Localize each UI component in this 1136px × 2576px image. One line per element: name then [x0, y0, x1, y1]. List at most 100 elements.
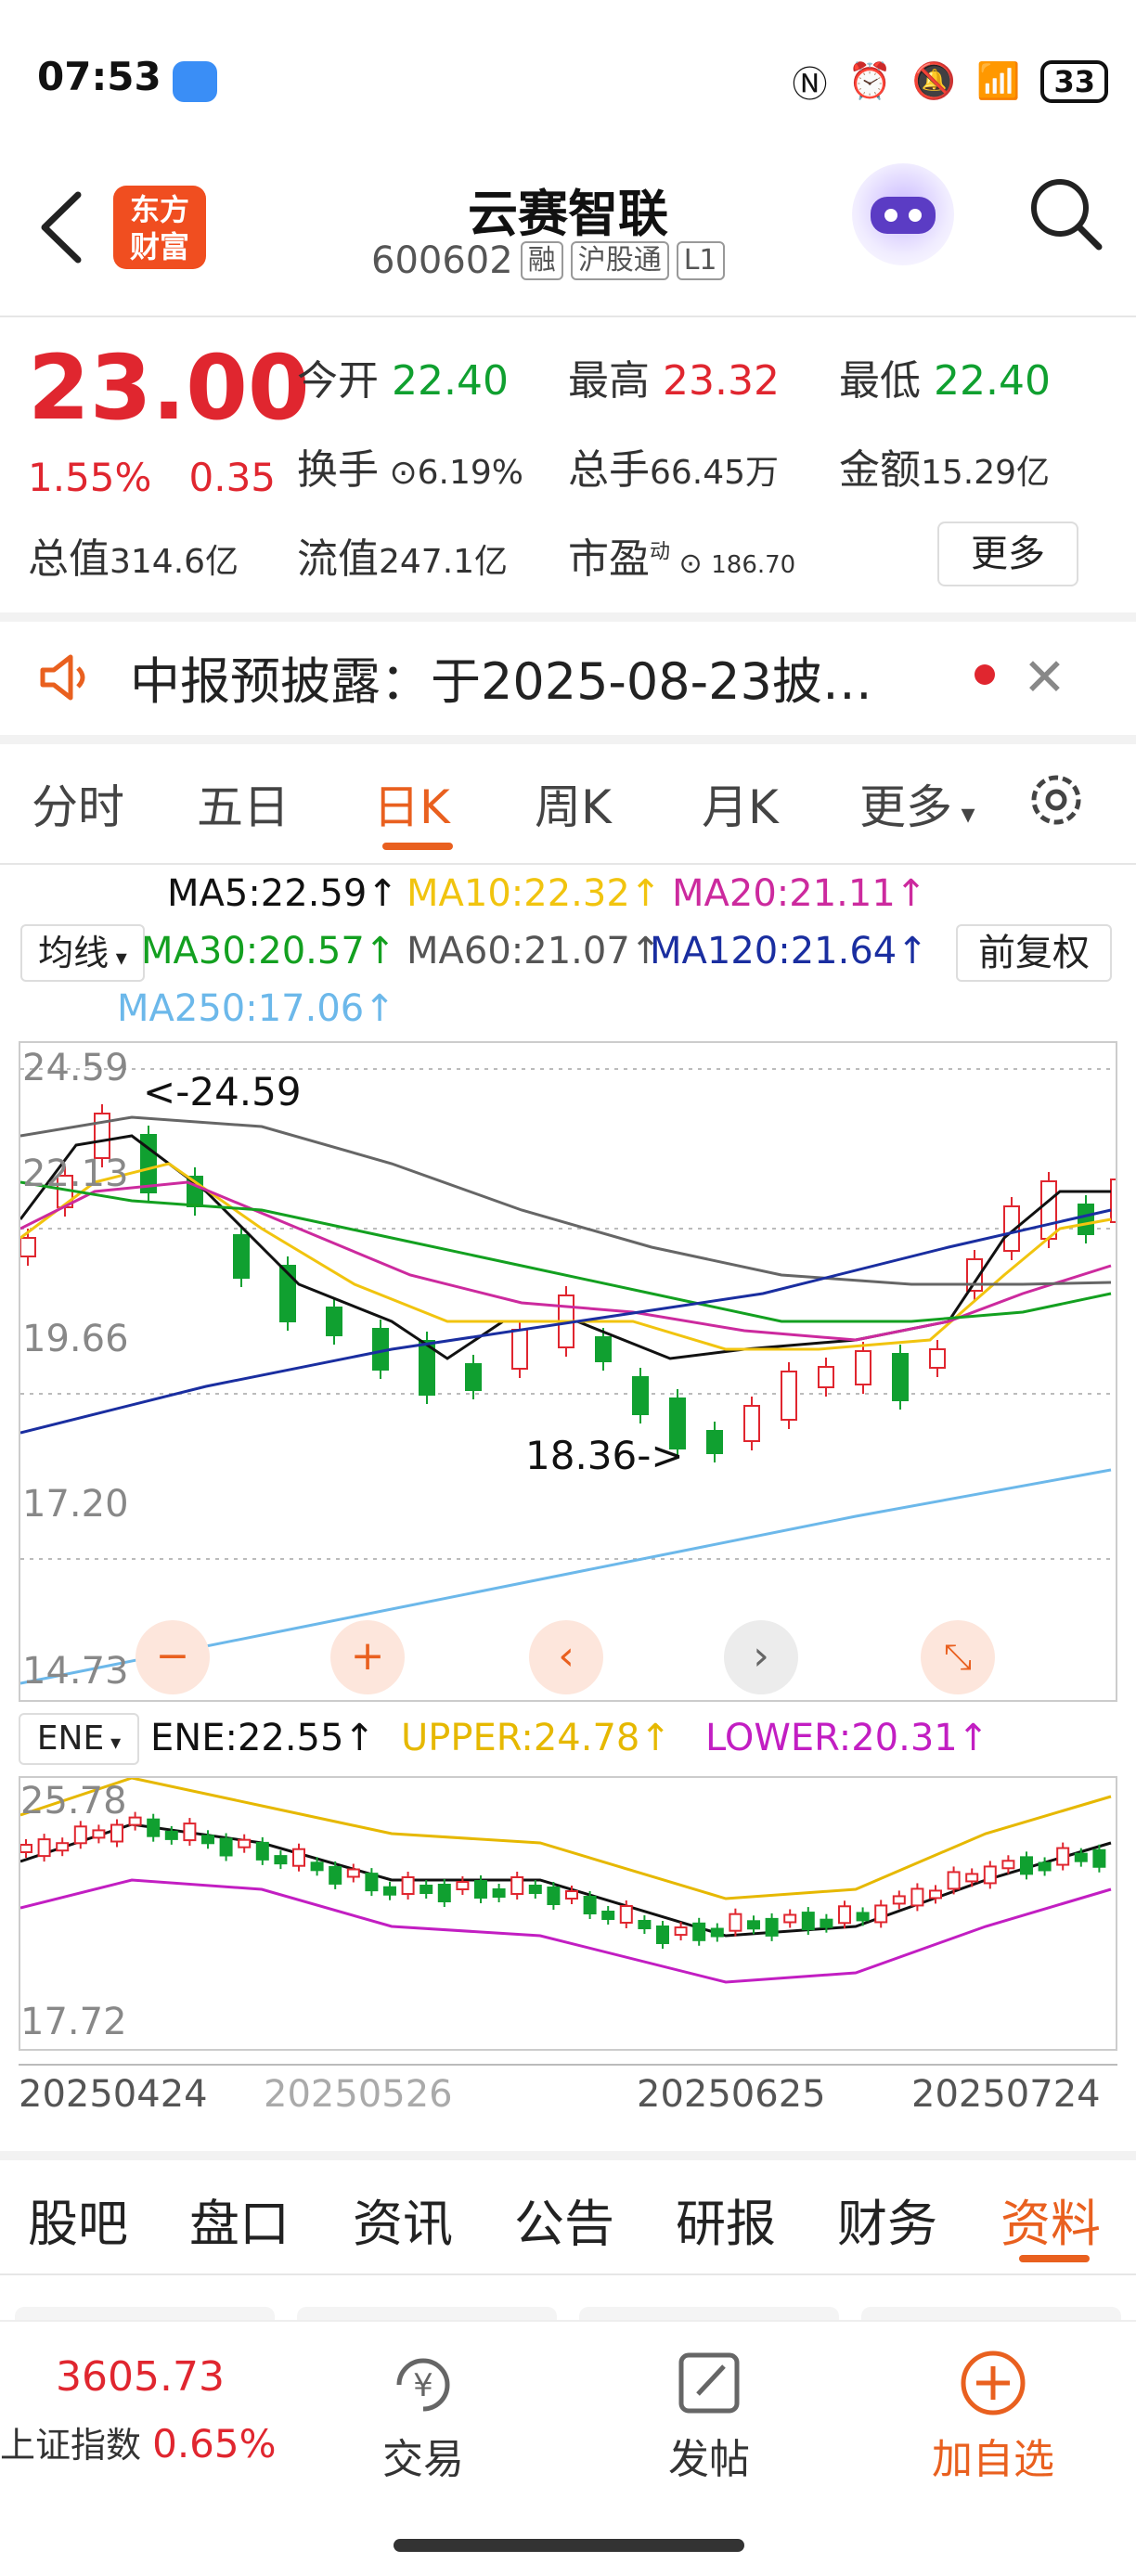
zoom-in-button[interactable]: + [330, 1620, 405, 1694]
zoom-out-button[interactable]: − [136, 1620, 210, 1694]
y-label-high: 24.59 [22, 1047, 129, 1089]
post-button[interactable]: 发帖 [653, 2426, 765, 2485]
ene-canvas[interactable] [19, 1776, 1116, 2049]
pan-right-button[interactable]: › [724, 1620, 798, 1694]
candle-body [692, 1922, 706, 1941]
info-icon[interactable]: ⊙ [379, 454, 417, 492]
ene-lower-label: LOWER:20.31↑ [705, 1717, 989, 1759]
tag-margin: 融 [520, 241, 563, 280]
tab-intraday[interactable]: 分时 [32, 770, 124, 837]
close-icon[interactable]: ✕ [1023, 648, 1066, 708]
float-field: 流值247.1亿 [297, 535, 509, 583]
candle-body [329, 1865, 342, 1885]
candle-body [838, 1905, 851, 1925]
mute-icon: 🔕 [911, 60, 957, 101]
candle-body [128, 1816, 142, 1826]
candle-body [583, 1896, 597, 1914]
tab-research[interactable]: 研报 [676, 2183, 776, 2256]
tab-announcements[interactable]: 公告 [514, 2183, 614, 2256]
more-button[interactable]: 更多 [937, 522, 1078, 586]
ene-y-low: 17.72 [20, 2001, 127, 2043]
date-label: 20250526 [264, 2073, 453, 2116]
candle-body [164, 1830, 178, 1840]
tab-monthly-k[interactable]: 月K [702, 770, 779, 837]
volume-field: 总手66.45万 [568, 446, 780, 494]
ma250-label: MA250:17.06↑ [117, 987, 395, 1030]
candle-body [238, 1838, 252, 1848]
candle-body [474, 1880, 487, 1899]
notice-text[interactable]: 中报预披露：于2025-08-23披… [130, 640, 872, 714]
adjust-button[interactable]: 前复权 [956, 924, 1112, 982]
ma30-label: MA30:20.57↑ [141, 930, 396, 972]
candle-body [619, 1905, 633, 1924]
assistant-avatar[interactable] [852, 163, 954, 265]
divider [0, 2151, 1136, 2160]
tab-more[interactable]: 更多 ▾ [859, 770, 975, 837]
ma120-label: MA120:21.64↑ [650, 930, 928, 972]
y-label-2: 22.13 [22, 1153, 129, 1195]
ene-label: ENE:22.55↑ [150, 1717, 375, 1759]
candle-body [743, 1405, 760, 1442]
turnover-field: 换手 ⊙6.19% [297, 446, 523, 494]
add-watchlist-button[interactable]: 加自选 [919, 2426, 1067, 2485]
settings-icon[interactable] [1025, 768, 1088, 831]
candle-body [818, 1366, 834, 1388]
reset-zoom-button[interactable]: ⤡ [921, 1620, 995, 1694]
candle-body [92, 1829, 106, 1839]
candle-body [510, 1876, 524, 1895]
search-icon[interactable] [1025, 173, 1108, 256]
mktcap-field: 总值314.6亿 [28, 535, 239, 583]
candle-body [1078, 1204, 1094, 1235]
index-value[interactable]: 3605.73 [56, 2353, 225, 2401]
change-row: 1.55% 0.35 [28, 455, 276, 500]
compose-icon[interactable] [672, 2346, 746, 2420]
index-row[interactable]: 上证指数 0.65% [0, 2416, 277, 2467]
tag-level: L1 [676, 241, 725, 280]
wifi-icon: 📶 [976, 60, 1021, 101]
tab-five-day[interactable]: 五日 [197, 770, 290, 837]
ma60-label: MA60:21.07↑ [407, 930, 662, 972]
tab-news[interactable]: 资讯 [353, 2183, 453, 2256]
ma10-label: MA10:22.32↑ [407, 872, 662, 915]
trade-button[interactable]: 交易 [368, 2426, 479, 2485]
nfc-icon: Ⓝ [792, 64, 828, 105]
candle-body [1040, 1180, 1057, 1240]
candle-body [326, 1307, 342, 1336]
ene-chart[interactable] [19, 1776, 1117, 2051]
candle-body [456, 1881, 470, 1890]
candle-body [492, 1888, 506, 1898]
tab-finance[interactable]: 财务 [837, 2183, 937, 2256]
y-label-low: 14.73 [22, 1650, 129, 1693]
candle-body [595, 1336, 612, 1362]
amount-field: 金额15.29亿 [839, 446, 1051, 494]
tab-weekly-k[interactable]: 周K [535, 770, 612, 837]
tab-daily-k[interactable]: 日K [373, 770, 450, 837]
trade-icon[interactable]: ¥ [386, 2348, 460, 2422]
candle-body [437, 1884, 451, 1902]
candle-body [983, 1865, 997, 1885]
add-watchlist-icon[interactable] [956, 2346, 1030, 2420]
candle-body [638, 1920, 652, 1929]
sub-indicator-selector[interactable]: ENE ▾ [19, 1713, 139, 1765]
tab-profile[interactable]: 资料 [1000, 2183, 1101, 2256]
candle-body [1092, 1848, 1106, 1868]
candle-body [892, 1895, 906, 1905]
tab-orderbook[interactable]: 盘口 [189, 2183, 290, 2256]
candle-body [292, 1848, 305, 1867]
candle-body [710, 1927, 724, 1938]
indicator-selector[interactable]: 均线 ▾ [20, 924, 145, 982]
chat-notification-icon [173, 61, 217, 102]
candle-body [420, 1885, 433, 1894]
kline-chart[interactable] [19, 1041, 1127, 1702]
divider [0, 612, 1136, 622]
change-pct: 1.55% [28, 455, 152, 500]
candle-body [929, 1889, 942, 1900]
ene-y-high: 25.78 [20, 1780, 127, 1823]
candle-body [274, 1855, 288, 1865]
unread-dot [975, 664, 995, 685]
candle-body [383, 1886, 396, 1896]
kline-canvas[interactable] [19, 1043, 1127, 1700]
tab-forum[interactable]: 股吧 [28, 2183, 128, 2256]
pan-left-button[interactable]: ‹ [529, 1620, 603, 1694]
info-icon[interactable]: ⊙ [670, 547, 711, 580]
